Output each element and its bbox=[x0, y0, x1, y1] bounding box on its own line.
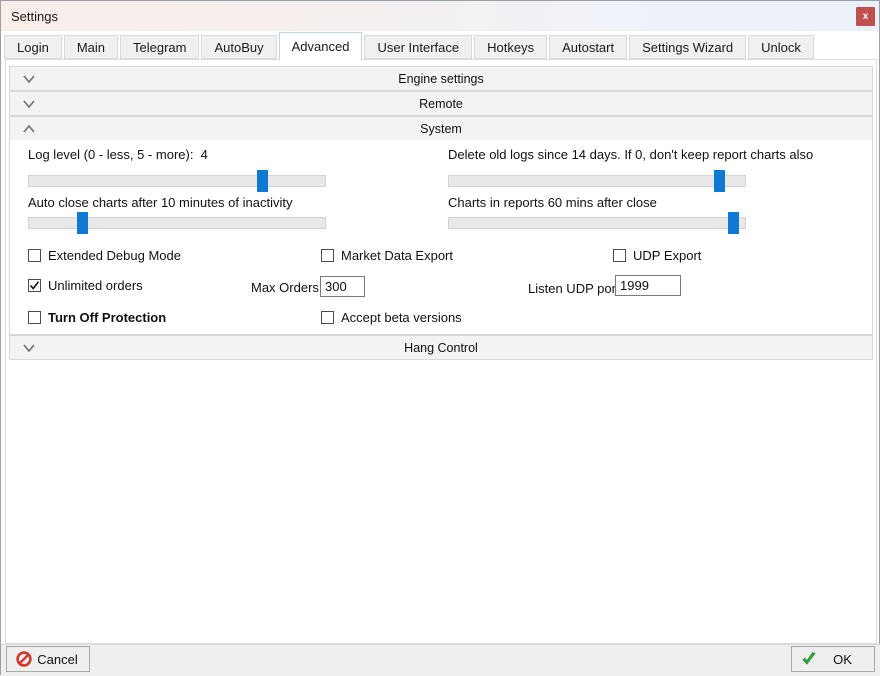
max-orders-label: Max Orders bbox=[251, 280, 319, 295]
market-data-export-checkbox[interactable]: Market Data Export bbox=[321, 248, 453, 263]
slider-thumb[interactable] bbox=[77, 212, 88, 234]
section-header-system[interactable]: System bbox=[9, 116, 873, 141]
cancel-label: Cancel bbox=[32, 652, 83, 667]
tab-main[interactable]: Main bbox=[64, 35, 118, 59]
auto-close-charts-label: Auto close charts after 10 minutes of in… bbox=[28, 195, 292, 210]
close-icon[interactable]: x bbox=[856, 7, 875, 26]
charts-in-reports-label: Charts in reports 60 mins after close bbox=[448, 195, 657, 210]
listen-udp-port-label: Listen UDP port bbox=[528, 281, 620, 296]
chevron-down-icon bbox=[22, 98, 36, 110]
tab-login[interactable]: Login bbox=[4, 35, 62, 59]
udp-export-checkbox[interactable]: UDP Export bbox=[613, 248, 701, 263]
accept-beta-versions-checkbox[interactable]: Accept beta versions bbox=[321, 310, 462, 325]
cancel-no-entry-icon bbox=[16, 651, 32, 667]
checkbox-icon[interactable] bbox=[613, 249, 626, 262]
tab-advanced[interactable]: Advanced bbox=[279, 32, 363, 60]
extended-debug-mode-checkbox[interactable]: Extended Debug Mode bbox=[28, 248, 181, 263]
section-header-engine-settings[interactable]: Engine settings bbox=[9, 66, 873, 91]
tab-telegram[interactable]: Telegram bbox=[120, 35, 199, 59]
checkbox-checked-icon[interactable] bbox=[28, 279, 41, 292]
turn-off-protection-checkbox[interactable]: Turn Off Protection bbox=[28, 310, 166, 325]
titlebar: Settings x bbox=[1, 1, 879, 31]
section-title: System bbox=[10, 122, 872, 136]
settings-window: Settings x Login Main Telegram AutoBuy A… bbox=[0, 0, 880, 675]
section-header-hang-control[interactable]: Hang Control bbox=[9, 335, 873, 360]
delete-old-logs-label: Delete old logs since 14 days. If 0, don… bbox=[448, 147, 813, 162]
tab-hotkeys[interactable]: Hotkeys bbox=[474, 35, 547, 59]
max-orders-input[interactable] bbox=[320, 276, 365, 297]
ok-button[interactable]: OK bbox=[791, 646, 875, 672]
tab-bar: Login Main Telegram AutoBuy Advanced Use… bbox=[4, 32, 816, 59]
log-level-label: Log level (0 - less, 5 - more): 4 bbox=[28, 147, 208, 162]
section-title: Remote bbox=[10, 97, 872, 111]
log-level-slider[interactable] bbox=[28, 175, 326, 187]
tab-user-interface[interactable]: User Interface bbox=[364, 35, 472, 59]
slider-thumb[interactable] bbox=[714, 170, 725, 192]
ok-label: OK bbox=[817, 652, 868, 667]
ok-check-icon bbox=[801, 651, 817, 667]
charts-in-reports-slider[interactable] bbox=[448, 217, 746, 229]
auto-close-charts-slider[interactable] bbox=[28, 217, 326, 229]
tab-unlock[interactable]: Unlock bbox=[748, 35, 814, 59]
section-title: Engine settings bbox=[10, 72, 872, 86]
slider-thumb[interactable] bbox=[728, 212, 739, 234]
tab-settings-wizard[interactable]: Settings Wizard bbox=[629, 35, 746, 59]
tab-autostart[interactable]: Autostart bbox=[549, 35, 627, 59]
checkbox-icon[interactable] bbox=[28, 249, 41, 262]
slider-thumb[interactable] bbox=[257, 170, 268, 192]
checkbox-icon[interactable] bbox=[321, 249, 334, 262]
cancel-button[interactable]: Cancel bbox=[6, 646, 90, 672]
checkbox-icon[interactable] bbox=[321, 311, 334, 324]
chevron-down-icon bbox=[22, 73, 36, 85]
checkbox-icon[interactable] bbox=[28, 311, 41, 324]
footer-bar bbox=[1, 644, 880, 676]
chevron-up-icon bbox=[22, 123, 36, 135]
unlimited-orders-checkbox[interactable]: Unlimited orders bbox=[28, 278, 143, 293]
chevron-down-icon bbox=[22, 342, 36, 354]
tab-autobuy[interactable]: AutoBuy bbox=[201, 35, 276, 59]
delete-old-logs-slider[interactable] bbox=[448, 175, 746, 187]
window-title: Settings bbox=[11, 9, 58, 24]
listen-udp-port-input[interactable] bbox=[615, 275, 681, 296]
section-title: Hang Control bbox=[10, 341, 872, 355]
section-header-remote[interactable]: Remote bbox=[9, 91, 873, 116]
system-section-panel bbox=[9, 140, 873, 335]
